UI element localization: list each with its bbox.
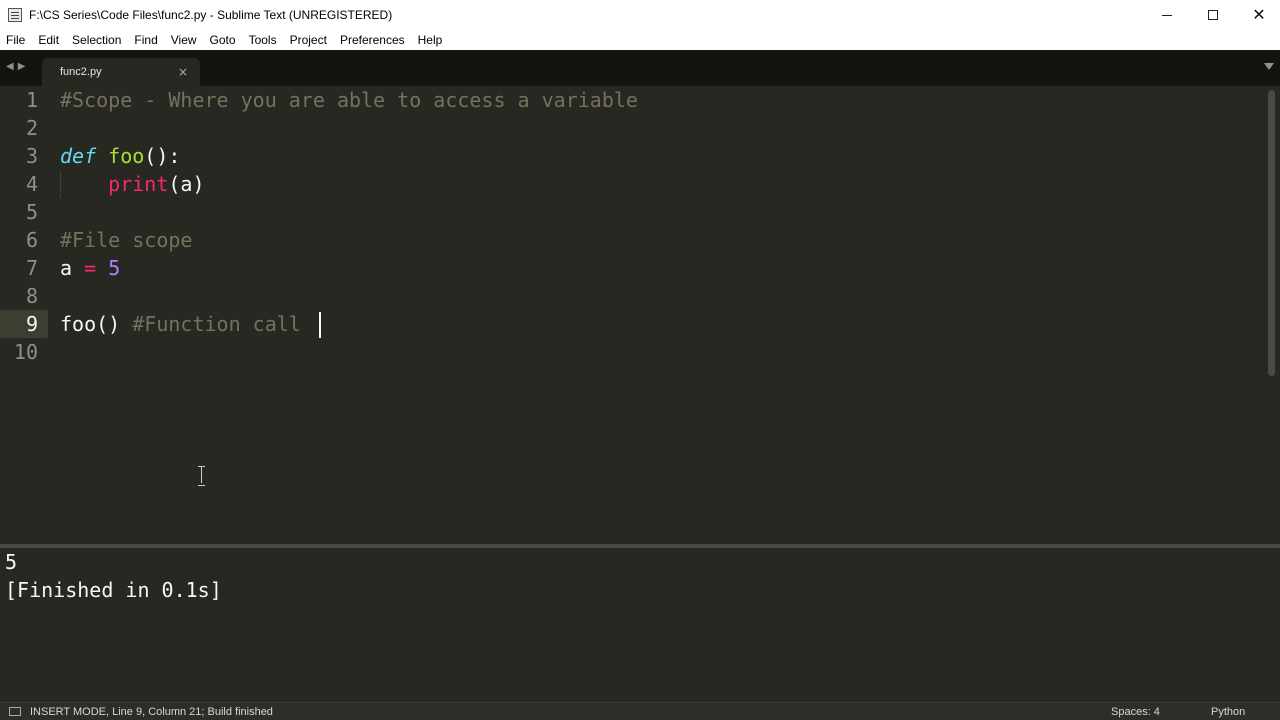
minimize-button[interactable] (1144, 0, 1190, 30)
line-number: 5 (25, 200, 38, 224)
line-number: 6 (25, 228, 38, 252)
number-token: 5 (108, 256, 121, 280)
indent-guide (60, 172, 61, 198)
line-number: 2 (25, 116, 38, 140)
build-output-panel[interactable]: 5 [Finished in 0.1s] (0, 548, 1280, 696)
code-line-1: #Scope - Where you are able to access a … (60, 86, 638, 114)
tab-nav-arrows: ◀ ▶ (6, 61, 25, 72)
call-token: foo() (60, 312, 121, 336)
menu-goto[interactable]: Goto (210, 33, 242, 47)
output-line: [Finished in 0.1s] (5, 578, 222, 602)
tab-dropdown-icon[interactable] (1264, 63, 1274, 70)
keyword-token: def (60, 144, 97, 168)
code-line-4: print(a) (60, 170, 205, 198)
punctuation-token: (): (144, 144, 181, 168)
menu-project[interactable]: Project (290, 33, 333, 47)
menu-selection[interactable]: Selection (72, 33, 127, 47)
menu-file[interactable]: File (6, 33, 31, 47)
code-line-6: #File scope (60, 226, 192, 254)
tab-label: func2.py (60, 66, 102, 78)
code-editor[interactable]: 1 2 3 4 5 6 7 8 9 10 #Scope - Where you … (0, 86, 1280, 544)
indentation-selector[interactable]: Spaces: 4 (1111, 706, 1160, 718)
menu-tools[interactable]: Tools (249, 33, 283, 47)
editor-scrollbar[interactable] (1268, 90, 1275, 376)
variable-token: a (60, 256, 73, 280)
comment-token: #Scope - Where you are able to access a … (60, 88, 638, 112)
menu-find[interactable]: Find (134, 33, 163, 47)
ibeam-cursor-icon (197, 466, 206, 486)
tab-func2[interactable]: func2.py × (42, 58, 200, 86)
line-number: 7 (25, 256, 38, 280)
code-line-3: def foo(): (60, 142, 180, 170)
maximize-button[interactable] (1190, 0, 1236, 30)
menu-bar: File Edit Selection Find View Goto Tools… (0, 30, 1280, 50)
operator-token: = (84, 256, 97, 280)
line-number: 8 (25, 284, 38, 308)
back-arrow-icon[interactable]: ◀ (6, 61, 14, 72)
code-line-7: a = 5 (60, 254, 120, 282)
builtin-token: print (108, 172, 169, 196)
panel-toggle-icon[interactable] (9, 707, 21, 716)
line-number: 1 (25, 88, 38, 112)
code-area[interactable]: #Scope - Where you are able to access a … (60, 86, 638, 336)
code-line-9: foo() #Function call (60, 310, 301, 338)
close-window-button[interactable]: ✕ (1236, 0, 1280, 30)
syntax-selector[interactable]: Python (1211, 706, 1245, 718)
menu-preferences[interactable]: Preferences (340, 33, 411, 47)
title-bar: F:\CS Series\Code Files\func2.py - Subli… (0, 0, 1280, 30)
args-token: (a) (168, 172, 205, 196)
line-number: 10 (13, 340, 38, 364)
output-line: 5 (5, 550, 18, 574)
line-number: 4 (25, 172, 38, 196)
function-name-token: foo (108, 144, 145, 168)
minimize-icon (1162, 14, 1172, 16)
text-cursor (319, 312, 321, 338)
close-icon: ✕ (1252, 5, 1266, 24)
maximize-icon (1208, 10, 1218, 20)
status-message: INSERT MODE, Line 9, Column 21; Build fi… (30, 706, 273, 718)
menu-edit[interactable]: Edit (38, 33, 65, 47)
tab-close-icon[interactable]: × (178, 65, 188, 79)
menu-view[interactable]: View (171, 33, 203, 47)
forward-arrow-icon[interactable]: ▶ (18, 61, 26, 72)
tab-bar: ◀ ▶ func2.py × (0, 50, 1280, 86)
menu-help[interactable]: Help (418, 33, 449, 47)
status-bar: INSERT MODE, Line 9, Column 21; Build fi… (0, 702, 1280, 720)
line-number: 3 (25, 144, 38, 168)
line-number-active: 9 (25, 312, 38, 336)
sublime-app-icon (8, 8, 22, 22)
comment-token: #File scope (60, 228, 193, 252)
window-title: F:\CS Series\Code Files\func2.py - Subli… (29, 8, 393, 22)
comment-token: #Function call (132, 312, 301, 336)
